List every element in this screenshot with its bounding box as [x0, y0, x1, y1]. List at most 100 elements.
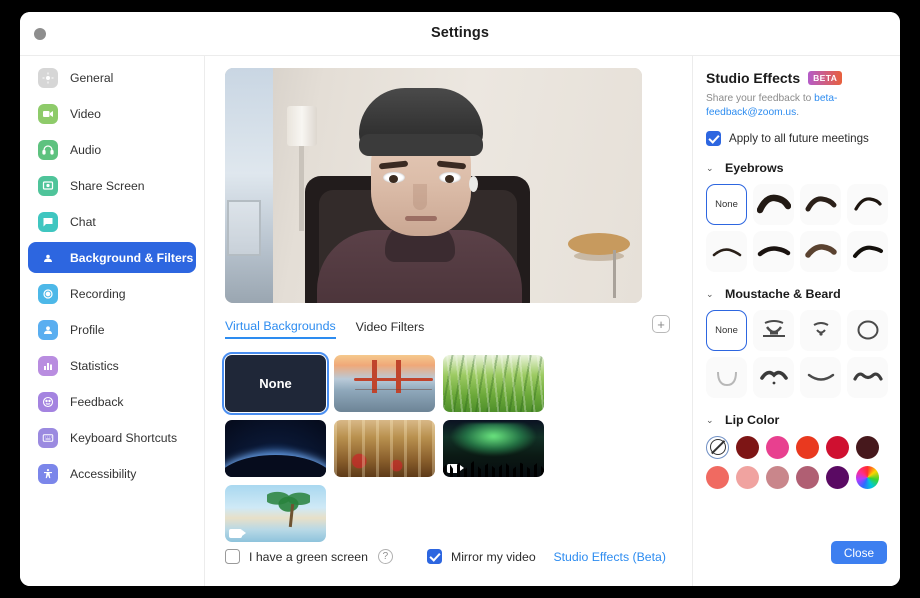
tab-virtual-backgrounds[interactable]: Virtual Backgrounds	[225, 319, 336, 339]
section-header-lip-color[interactable]: ⌄ Lip Color	[706, 413, 888, 427]
preview-person-eye-right	[439, 172, 461, 183]
video-icon	[38, 104, 58, 124]
sidebar-item-accessibility[interactable]: Accessibility	[28, 458, 196, 489]
section-header-moustache-beard[interactable]: ⌄Moustache & Beard	[706, 287, 888, 301]
lip-color-swatch-dusty-rose[interactable]	[766, 466, 789, 489]
tab-video-filters[interactable]: Video Filters	[356, 320, 425, 338]
effect-option-beard-handlebar[interactable]	[847, 357, 888, 398]
preview-window-light	[225, 68, 273, 303]
background-thumbnail[interactable]: None	[225, 355, 326, 412]
section-header-eyebrows[interactable]: ⌄Eyebrows	[706, 161, 888, 175]
background-thumbnail[interactable]	[443, 420, 544, 477]
sidebar-item-label: Statistics	[70, 359, 119, 373]
sidebar-item-label: Feedback	[70, 395, 124, 409]
sidebar-item-audio[interactable]: Audio	[28, 134, 196, 165]
option-grid: None	[706, 184, 888, 272]
effect-option-none[interactable]: None	[706, 184, 747, 225]
sidebar-item-label: Recording	[70, 287, 126, 301]
person-icon	[38, 248, 58, 268]
effect-option-beard-moustache-thin[interactable]	[800, 357, 841, 398]
green-screen-checkbox[interactable]	[225, 549, 240, 564]
background-none-label: None	[259, 376, 292, 391]
chevron-down-icon: ⌄	[706, 415, 716, 425]
preview-lamp	[287, 106, 317, 146]
sidebar-item-recording[interactable]: Recording	[28, 278, 196, 309]
effect-option-beard-moustache-thick[interactable]	[753, 357, 794, 398]
gear-icon	[38, 68, 58, 88]
lip-color-swatch-dark-maroon[interactable]	[736, 436, 759, 459]
effect-option-brow-straight-dark[interactable]	[753, 231, 794, 272]
page-title: Settings	[20, 25, 900, 41]
video-badge-icon	[447, 464, 460, 473]
effect-option-none-label: None	[715, 325, 738, 336]
background-thumbnail[interactable]	[334, 420, 435, 477]
preview-person-eye-left	[383, 172, 405, 183]
main-panel: Virtual Backgrounds Video Filters + None I…	[205, 56, 693, 586]
sidebar-item-video[interactable]: Video	[28, 98, 196, 129]
green-screen-label: I have a green screen	[249, 550, 368, 564]
sidebar-item-chat[interactable]: Chat	[28, 206, 196, 237]
record-icon	[38, 284, 58, 304]
mirror-video-checkbox[interactable]	[427, 549, 442, 564]
lip-color-swatch-none[interactable]	[706, 436, 729, 459]
preview-person-nose	[413, 184, 427, 210]
preview-stool	[568, 233, 630, 255]
title-bar: Settings	[20, 12, 900, 56]
sidebar-item-statistics[interactable]: Statistics	[28, 350, 196, 381]
accessibility-icon	[38, 464, 58, 484]
option-grid: None	[706, 310, 888, 398]
background-thumbnail[interactable]	[443, 355, 544, 412]
profile-icon	[38, 320, 58, 340]
effect-option-brow-thin-flat[interactable]	[706, 231, 747, 272]
sidebar-item-share-screen[interactable]: Share Screen	[28, 170, 196, 201]
section-title: Moustache & Beard	[725, 287, 841, 301]
effect-option-beard-soul-patch[interactable]	[800, 310, 841, 351]
close-button[interactable]: Close	[831, 541, 887, 564]
lip-color-swatch-coral[interactable]	[706, 466, 729, 489]
effect-option-brow-soft-brown[interactable]	[800, 231, 841, 272]
effect-option-beard-full-goatee[interactable]	[753, 310, 794, 351]
lip-color-swatch-mauve[interactable]	[796, 466, 819, 489]
preview-person-mouth	[405, 216, 437, 221]
sidebar: General Video Audio Share Screen Chat Backgro…	[20, 56, 205, 586]
effect-option-brow-sharp-dark[interactable]	[847, 231, 888, 272]
video-preview	[225, 68, 642, 303]
effect-sections: ⌄Eyebrows None ⌄Moustache & Beard None	[706, 161, 888, 398]
sidebar-item-feedback[interactable]: Feedback	[28, 386, 196, 417]
sidebar-item-general[interactable]: General	[28, 62, 196, 93]
effect-option-none[interactable]: None	[706, 310, 747, 351]
effect-option-beard-chin-strap[interactable]	[847, 310, 888, 351]
effect-option-brow-thin-arched[interactable]	[847, 184, 888, 225]
effect-option-beard-light-outline[interactable]	[706, 357, 747, 398]
chart-icon	[38, 356, 58, 376]
sidebar-item-profile[interactable]: Profile	[28, 314, 196, 345]
lip-color-swatch-rainbow[interactable]	[856, 466, 879, 489]
background-thumbnail[interactable]	[225, 420, 326, 477]
add-background-button[interactable]: +	[652, 315, 670, 333]
section-title: Eyebrows	[725, 161, 784, 175]
sidebar-item-label: Video	[70, 107, 101, 121]
sidebar-item-label: Profile	[70, 323, 105, 337]
screen-icon	[38, 176, 58, 196]
chat-icon	[38, 212, 58, 232]
sidebar-item-background-filters[interactable]: Background & Filters	[28, 242, 196, 273]
help-icon[interactable]: ?	[378, 549, 393, 564]
studio-effects-link[interactable]: Studio Effects (Beta)	[553, 550, 666, 564]
apply-all-checkbox[interactable]	[706, 131, 721, 146]
effect-option-brow-bold-arched[interactable]	[753, 184, 794, 225]
lip-color-swatch-crimson[interactable]	[826, 436, 849, 459]
background-thumbnail[interactable]	[225, 485, 326, 542]
sidebar-item-keyboard-shortcuts[interactable]: Keyboard Shortcuts	[28, 422, 196, 453]
lip-color-swatch-deep-brown[interactable]	[856, 436, 879, 459]
sidebar-item-label: General	[70, 71, 113, 85]
lip-color-swatch-hot-pink[interactable]	[766, 436, 789, 459]
background-thumbnail[interactable]	[334, 355, 435, 412]
sidebar-item-label: Background & Filters	[70, 251, 193, 265]
sidebar-item-label: Accessibility	[70, 467, 136, 481]
preview-pupil-right	[445, 175, 454, 183]
lip-color-swatch-light-pink[interactable]	[736, 466, 759, 489]
studio-effects-panel: Studio Effects BETA Share your feedback …	[693, 56, 900, 586]
effect-option-brow-medium-arched[interactable]	[800, 184, 841, 225]
lip-color-swatch-deep-purple[interactable]	[826, 466, 849, 489]
lip-color-swatch-orange-red[interactable]	[796, 436, 819, 459]
